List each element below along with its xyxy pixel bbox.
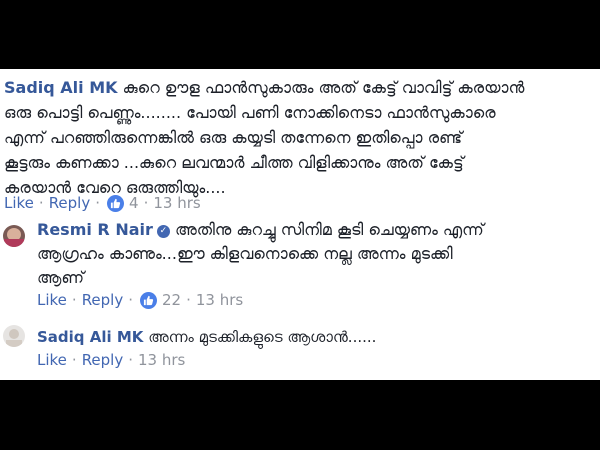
separator: ·	[143, 194, 149, 212]
comment-text-line: ആഗ്രഹം കാണും...ഈ കിളവനൊക്കെ നല്ല അന്നം മ…	[37, 244, 453, 263]
separator: ·	[71, 351, 77, 369]
timestamp[interactable]: 13 hrs	[138, 351, 185, 369]
comment-1: Sadiq Ali MK കുറെ ഊള ഫാൻസുകാരും അത് കേട്…	[4, 75, 596, 200]
reaction-count[interactable]: 22	[162, 291, 181, 309]
thumbs-up-icon[interactable]	[107, 194, 125, 212]
comment-text-line: കുറെ ഊള ഫാൻസുകാരും അത് കേട്ട് വാവിട്ട് ക…	[122, 78, 525, 97]
comment-2: Resmi R Nair ✓ അതിനു കുറച്ചു സിനിമ കൂടി ച…	[37, 218, 592, 290]
verified-badge-icon: ✓	[156, 225, 170, 238]
comment-3: Sadiq Ali MK അന്നം മുടക്കികളുടെ ആശാൻ....…	[37, 325, 592, 349]
comment-text-line: എന്ന് പറഞ്ഞിരുന്നെങ്കിൽ ഒരു കയ്യടി തന്നേ…	[4, 128, 463, 147]
separator: ·	[186, 291, 191, 309]
comment-text-line: അതിനു കുറച്ചു സിനിമ കൂടി ചെയ്യണം എന്ന്	[174, 220, 484, 239]
comment-author[interactable]: Sadiq Ali MK	[37, 328, 143, 346]
reply-link[interactable]: Reply	[82, 351, 124, 369]
comment-text-line: കൂട്ടരും കണക്കാ ...കുറെ ലവന്മാർ ചീത്ത വി…	[4, 153, 464, 172]
like-link[interactable]: Like	[4, 194, 34, 212]
like-link[interactable]: Like	[37, 291, 67, 309]
comment-author[interactable]: Sadiq Ali MK	[4, 78, 118, 97]
thumbs-up-icon[interactable]	[140, 291, 158, 309]
reply-link[interactable]: Reply	[49, 194, 91, 212]
separator: ·	[71, 291, 77, 309]
separator: ·	[38, 194, 44, 212]
reaction-count[interactable]: 4	[129, 194, 139, 212]
avatar[interactable]	[3, 325, 25, 347]
comment-text-line: ആണ്	[37, 268, 85, 287]
timestamp[interactable]: 13 hrs	[153, 194, 200, 212]
reply-link[interactable]: Reply	[82, 291, 124, 309]
comments-panel: Sadiq Ali MK കുറെ ഊള ഫാൻസുകാരും അത് കേട്…	[0, 69, 600, 380]
comment-actions: Like · Reply · 22 · 13 hrs	[37, 291, 243, 309]
comment-author[interactable]: Resmi R Nair	[37, 220, 153, 239]
avatar[interactable]	[3, 225, 25, 247]
like-link[interactable]: Like	[37, 351, 67, 369]
comment-actions: Like · Reply · 4 · 13 hrs	[4, 194, 201, 212]
separator: ·	[128, 291, 134, 309]
comment-text-line: ഒരു പൊട്ടി പെണ്ണും........ പോയി പണി നോക്…	[4, 103, 496, 122]
comment-text-line: അന്നം മുടക്കികളുടെ ആശാൻ......	[148, 328, 377, 346]
timestamp[interactable]: 13 hrs	[196, 291, 243, 309]
separator: ·	[95, 194, 101, 212]
comment-actions: Like · Reply · 13 hrs	[37, 351, 185, 369]
separator: ·	[128, 351, 134, 369]
